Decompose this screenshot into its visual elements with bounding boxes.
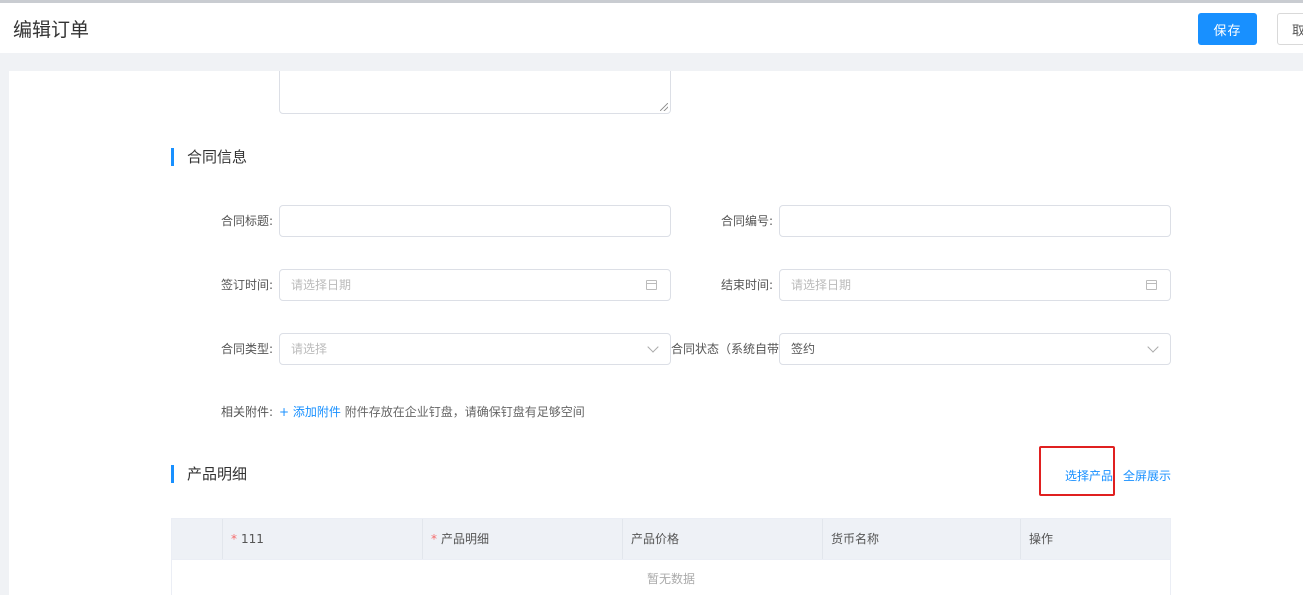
fullscreen-link[interactable]: 全屏展示 <box>1123 467 1171 484</box>
chevron-down-icon <box>647 341 659 353</box>
required-star: * <box>431 532 437 546</box>
table-header-cell: * 111 <box>222 519 422 559</box>
end-date-label: 结束时间: <box>720 278 773 292</box>
sign-date-picker[interactable]: 请选择日期 <box>279 269 671 301</box>
table-header-cell: * 产品明细 <box>422 519 622 559</box>
contract-type-select[interactable]: 请选择 <box>279 333 671 365</box>
table-header: * 111 * 产品明细 产品价格 货币名称 操作 <box>172 519 1170 559</box>
table-header-cell: 操作 <box>1020 519 1170 559</box>
save-button[interactable]: 保存 <box>1198 13 1257 45</box>
attachment-hint: 附件存放在企业钉盘，请确保钉盘有足够空间 <box>344 405 585 419</box>
calendar-icon <box>1146 280 1157 290</box>
table-header-cell <box>172 519 222 559</box>
table-empty-state: 暂无数据 <box>172 559 1170 595</box>
contract-status-value: 签约 <box>791 342 816 356</box>
required-star: * <box>231 532 237 546</box>
contract-type-placeholder: 请选择 <box>291 342 328 356</box>
sign-date-label: 签订时间: <box>220 278 273 292</box>
contract-section-title: 合同信息 <box>171 148 247 166</box>
attachment-row: + 添加附件 附件存放在企业钉盘，请确保钉盘有足够空间 <box>279 403 585 420</box>
page-title: 编辑订单 <box>13 19 90 41</box>
cancel-button[interactable]: 取消 <box>1277 13 1303 45</box>
contract-status-select[interactable]: 签约 <box>779 333 1171 365</box>
select-product-link[interactable]: 选择产品 <box>1065 467 1113 484</box>
product-section-title: 产品明细 <box>171 465 247 483</box>
contract-number-input[interactable] <box>779 205 1171 237</box>
calendar-icon <box>646 280 657 290</box>
table-header-cell: 产品价格 <box>622 519 822 559</box>
remarks-textarea[interactable] <box>279 71 671 114</box>
contract-title-input[interactable] <box>279 205 671 237</box>
attachment-label: 相关附件: <box>220 405 273 419</box>
end-date-placeholder: 请选择日期 <box>791 278 852 292</box>
chevron-down-icon <box>1147 341 1159 353</box>
sign-date-placeholder: 请选择日期 <box>291 278 352 292</box>
form-panel: 合同信息 合同标题: 合同编号: 签订时间: 请选择日期 结束时间: 请选择日期… <box>9 71 1303 595</box>
table-header-cell: 货币名称 <box>822 519 1020 559</box>
contract-title-label: 合同标题: <box>220 214 273 228</box>
add-attachment-link[interactable]: + 添加附件 <box>279 405 341 419</box>
end-date-picker[interactable]: 请选择日期 <box>779 269 1171 301</box>
page-header: 编辑订单 保存 取消 <box>0 3 1303 53</box>
contract-number-label: 合同编号: <box>720 214 773 228</box>
contract-type-label: 合同类型: <box>220 342 273 356</box>
resize-grip-icon[interactable] <box>660 103 668 111</box>
contract-status-label: 合同状态（系统自带 <box>671 342 779 356</box>
product-table: * 111 * 产品明细 产品价格 货币名称 操作 暂无数据 <box>171 518 1171 595</box>
